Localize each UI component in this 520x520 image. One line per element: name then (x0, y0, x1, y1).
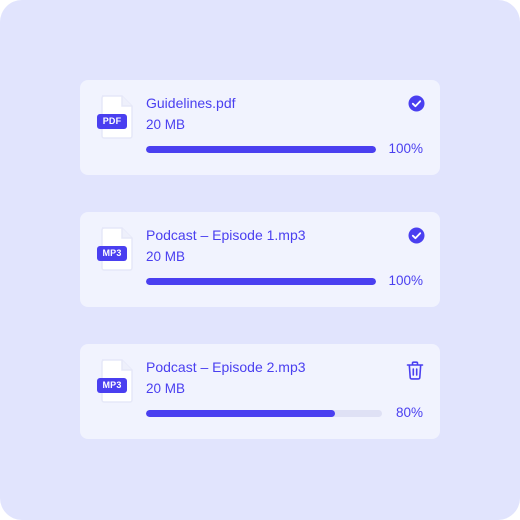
check-circle-icon[interactable] (408, 227, 425, 244)
upload-item: MP3 Podcast – Episode 1.mp3 20 MB 100% (80, 212, 440, 307)
progress-bar (146, 278, 376, 285)
mp3-file-icon: MP3 (97, 227, 137, 271)
file-type-badge: MP3 (97, 378, 127, 393)
file-type-badge: PDF (97, 114, 127, 129)
progress-bar (146, 410, 382, 417)
progress-bar (146, 146, 376, 153)
upload-item: PDF Guidelines.pdf 20 MB 100% (80, 80, 440, 175)
upload-item: MP3 Podcast – Episode 2.mp3 20 MB 80% (80, 344, 440, 439)
progress-bar-fill (146, 410, 335, 417)
mp3-file-icon: MP3 (97, 359, 137, 403)
file-name: Podcast – Episode 2.mp3 (146, 359, 306, 375)
progress-percent: 80% (395, 405, 423, 420)
progress-percent: 100% (388, 141, 423, 156)
upload-panel: PDF Guidelines.pdf 20 MB 100% MP3 Podcas… (0, 0, 520, 520)
file-size: 20 MB (146, 117, 186, 132)
progress-percent: 100% (388, 273, 423, 288)
file-name: Podcast – Episode 1.mp3 (146, 227, 306, 243)
pdf-file-icon: PDF (97, 95, 137, 139)
progress-bar-fill (146, 146, 376, 153)
file-type-badge: MP3 (97, 246, 127, 261)
file-size: 20 MB (146, 381, 186, 396)
file-name: Guidelines.pdf (146, 95, 236, 111)
check-circle-icon[interactable] (408, 95, 425, 112)
trash-icon[interactable] (406, 361, 424, 380)
progress-bar-fill (146, 278, 376, 285)
file-size: 20 MB (146, 249, 186, 264)
